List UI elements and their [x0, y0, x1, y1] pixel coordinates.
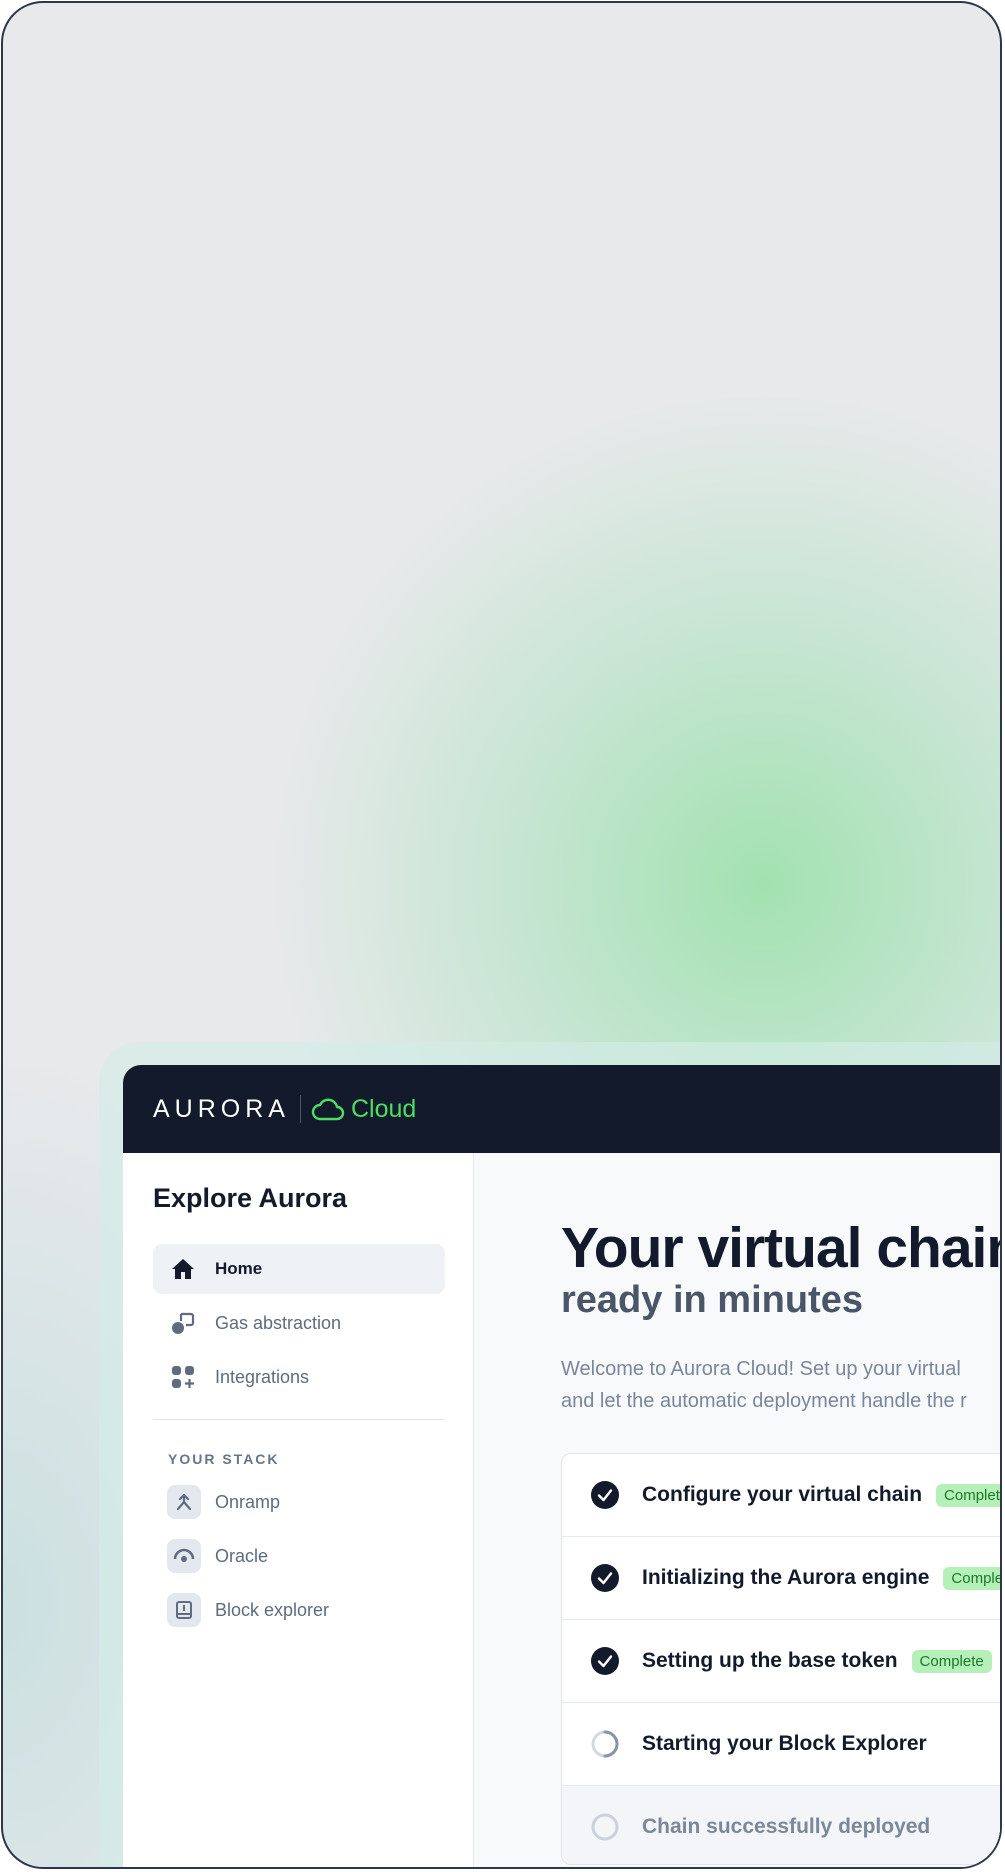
step-block-explorer: Starting your Block Explorer: [562, 1703, 1000, 1786]
empty-circle-icon: [590, 1812, 620, 1842]
onramp-icon: [167, 1485, 201, 1519]
main-content: Your virtual chain, ready in minutes Wel…: [474, 1153, 1002, 1867]
sidebar-item-label: Integrations: [215, 1366, 310, 1387]
step-label: Initializing the Aurora engine: [642, 1566, 930, 1589]
stack-item-oracle[interactable]: Oracle: [153, 1531, 445, 1581]
cloud-brand: Cloud: [311, 1095, 416, 1124]
check-circle-icon: [590, 1480, 620, 1510]
sidebar-item-gas-abstraction[interactable]: Gas abstraction: [153, 1298, 445, 1348]
step-base-token: Setting up the base token Complete: [562, 1620, 1000, 1703]
sidebar-item-label: Home: [215, 1259, 263, 1278]
stack-item-block-explorer[interactable]: Block explorer: [153, 1585, 445, 1635]
deployment-steps: Configure your virtual chain Complete In…: [561, 1453, 1000, 1865]
step-chain-deployed: Chain successfully deployed: [562, 1786, 1000, 1864]
step-initialize-engine: Initializing the Aurora engine Complete: [562, 1537, 1000, 1620]
sidebar-nav: Home Gas abstraction Integrations: [153, 1244, 445, 1406]
cloud-label: Cloud: [350, 1094, 417, 1123]
step-label: Setting up the base token: [642, 1649, 898, 1672]
integrations-icon: [169, 1363, 197, 1391]
check-circle-icon: [590, 1646, 620, 1676]
stack-item-label: Onramp: [215, 1491, 281, 1512]
stack-item-label: Block explorer: [215, 1599, 330, 1620]
cloud-icon: [311, 1098, 345, 1121]
page-description: Welcome to Aurora Cloud! Set up your vir…: [561, 1353, 967, 1417]
loading-spinner-icon: [590, 1729, 620, 1759]
check-circle-icon: [590, 1563, 620, 1593]
home-icon: [169, 1255, 197, 1283]
step-configure-chain: Configure your virtual chain Complete: [562, 1454, 1000, 1537]
page-subtitle: ready in minutes: [561, 1279, 863, 1321]
aurora-logo[interactable]: AURORA: [153, 1095, 290, 1124]
status-badge: Complete: [936, 1483, 1000, 1507]
sidebar-item-label: Gas abstraction: [215, 1312, 342, 1333]
device-frame: AURORA Cloud Explore Aurora Home Gas abs…: [1, 1, 1002, 1869]
status-badge: Complete: [911, 1649, 992, 1673]
step-label: Starting your Block Explorer: [642, 1732, 927, 1755]
status-badge: Complete: [943, 1566, 1000, 1590]
stack-item-label: Oracle: [215, 1545, 269, 1566]
gas-abstraction-icon: [169, 1309, 197, 1337]
stack-section-label: YOUR STACK: [168, 1451, 280, 1467]
logo-divider: [299, 1095, 301, 1123]
app-window: AURORA Cloud Explore Aurora Home Gas abs…: [123, 1065, 1002, 1867]
top-bar: AURORA Cloud: [123, 1065, 1000, 1153]
description-line: and let the automatic deployment handle …: [561, 1390, 967, 1412]
step-label: Configure your virtual chain: [642, 1483, 923, 1506]
stack-item-onramp[interactable]: Onramp: [153, 1477, 445, 1527]
sidebar-item-integrations[interactable]: Integrations: [153, 1352, 445, 1402]
oracle-icon: [167, 1539, 201, 1573]
sidebar-item-home[interactable]: Home: [153, 1244, 445, 1294]
sidebar: Explore Aurora Home Gas abstraction Inte…: [123, 1153, 474, 1867]
stack-list: Onramp Oracle Block explorer: [153, 1477, 445, 1639]
description-line: Welcome to Aurora Cloud! Set up your vir…: [561, 1358, 961, 1380]
sidebar-title: Explore Aurora: [153, 1183, 348, 1213]
sidebar-divider: [153, 1419, 445, 1420]
page-title: Your virtual chain,: [561, 1216, 1002, 1280]
block-explorer-icon: [167, 1593, 201, 1627]
step-label: Chain successfully deployed: [642, 1815, 931, 1838]
